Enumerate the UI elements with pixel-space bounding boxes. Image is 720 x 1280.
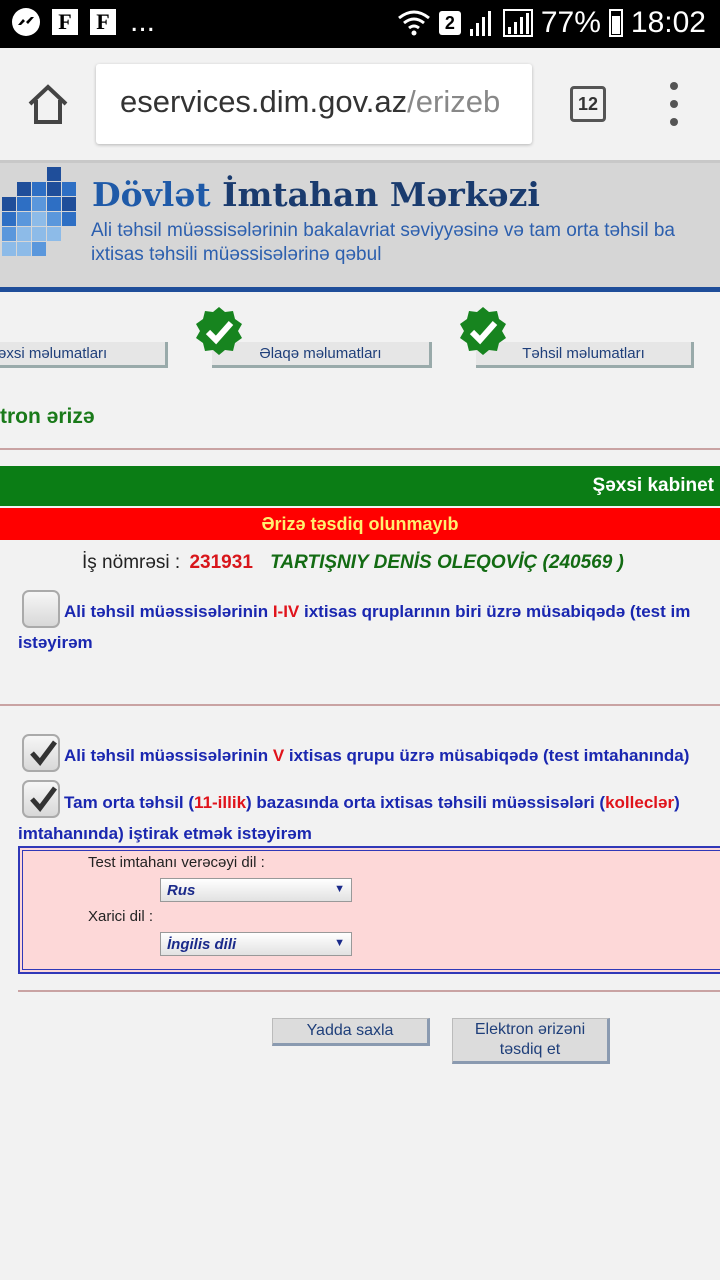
- step-contact-info[interactable]: Əlaqə məlumatları: [212, 342, 432, 368]
- logo-tile: [2, 197, 16, 211]
- cabinet-bar: Şəxsi kabinet: [0, 466, 720, 506]
- signal-icon: [502, 9, 533, 37]
- logo-tile: [17, 197, 31, 211]
- checkmark-icon: [30, 786, 57, 812]
- divider: [18, 990, 720, 992]
- dropdown-arrow-icon: ▼: [334, 883, 345, 895]
- logo-tile: [62, 212, 76, 226]
- url-host: eservices.dim.gov.az: [120, 84, 408, 119]
- logo-tile: [2, 212, 16, 226]
- option-college-label: Tam orta təhsil (11-illik) bazasında ort…: [64, 793, 680, 812]
- address-bar[interactable]: eservices.dim.gov.az/erizeb: [96, 64, 532, 144]
- dim-logo: [0, 165, 78, 265]
- tab-switcher-button[interactable]: 12: [570, 86, 606, 122]
- logo-tile: [2, 227, 16, 241]
- confirm-application-button[interactable]: Elektron ərizəni təsdiq et: [452, 1018, 610, 1064]
- option-college-label-cont: imtahanında) iştirak etmək istəyirəm: [18, 824, 312, 843]
- web-page: Dövlət İmtahan Mərkəzi Ali təhsil müəssi…: [0, 160, 720, 1280]
- logo-tile: [17, 242, 31, 256]
- check-badge-icon: [196, 307, 242, 355]
- messenger-icon: [12, 8, 40, 36]
- sim-badge: 2: [438, 11, 461, 35]
- applicant-name: TARTIŞNIY DENİS OLEQOVİÇ (240569 ): [270, 552, 624, 573]
- clock: 18:02: [630, 6, 706, 39]
- logo-tile: [47, 167, 61, 181]
- battery-percent: 77%: [540, 6, 601, 39]
- option-college-checkbox[interactable]: [22, 780, 60, 818]
- flipboard-icon: F: [90, 9, 116, 35]
- option-v-label: Ali təhsil müəssisələrinin V ixtisas qru…: [64, 746, 690, 765]
- logo-tile: [2, 242, 16, 256]
- language-panel: Test imtahanı verəcəyi dil : Rus ▼ Xaric…: [18, 846, 720, 974]
- logo-tile: [47, 212, 61, 226]
- logo-tile: [47, 227, 61, 241]
- foreign-language-select[interactable]: İngilis dili ▼: [160, 932, 352, 956]
- step-personal-info[interactable]: əxsi məlumatları: [0, 342, 168, 368]
- application-number: 231931: [189, 552, 253, 573]
- application-number-label: İş nömrəsi :: [82, 552, 181, 573]
- divider: [0, 448, 720, 450]
- battery-icon: [608, 9, 623, 37]
- logo-tile: [32, 197, 46, 211]
- option-i-iv-label-cont: istəyirəm: [18, 633, 93, 652]
- logo-tile: [32, 182, 46, 196]
- browser-toolbar: eservices.dim.gov.az/erizeb 12: [0, 48, 720, 160]
- test-language-select[interactable]: Rus ▼: [160, 878, 352, 902]
- option-v-checkbox[interactable]: [22, 734, 60, 772]
- check-badge-icon: [460, 307, 506, 355]
- logo-tile: [47, 182, 61, 196]
- step-education-info[interactable]: Təhsil məlumatları: [476, 342, 694, 368]
- option-i-iv-checkbox[interactable]: [22, 590, 60, 628]
- flipboard-icon: F: [52, 9, 78, 35]
- dropdown-arrow-icon: ▼: [334, 937, 345, 949]
- foreign-language-label: Xarici dil :: [88, 908, 154, 925]
- site-title: Dövlət İmtahan Mərkəzi: [92, 175, 540, 214]
- divider: [0, 704, 720, 706]
- status-bar: F F ... 2 77% 18:02: [0, 0, 720, 48]
- more-notifications-icon: ...: [130, 5, 156, 38]
- section-title: tron ərizə: [0, 405, 95, 428]
- logo-tile: [17, 182, 31, 196]
- option-i-iv-label: Ali təhsil müəssisələrinin I-IV ixtisas …: [64, 602, 691, 621]
- logo-tile: [62, 182, 76, 196]
- logo-tile: [17, 212, 31, 226]
- site-header: Dövlət İmtahan Mərkəzi Ali təhsil müəssi…: [0, 160, 720, 292]
- test-language-label: Test imtahanı verəcəyi dil :: [88, 854, 265, 871]
- logo-tile: [32, 242, 46, 256]
- overflow-menu-icon[interactable]: [664, 82, 684, 126]
- wifi-icon: [397, 10, 430, 36]
- signal-icon: [469, 11, 491, 36]
- logo-tile: [47, 197, 61, 211]
- personal-cabinet-link[interactable]: Şəxsi kabinet: [593, 475, 714, 497]
- status-warning: Ərizə təsdiq olunmayıb: [0, 508, 720, 540]
- logo-tile: [17, 227, 31, 241]
- application-number-row: İş nömrəsi : 231931 TARTIŞNIY DENİS OLEQ…: [82, 552, 624, 574]
- wizard-steps: əxsi məlumatları Əlaqə məlumatları Təhsi…: [0, 302, 720, 372]
- checkmark-icon: [30, 740, 57, 766]
- save-button[interactable]: Yadda saxla: [272, 1018, 430, 1046]
- logo-tile: [62, 197, 76, 211]
- logo-tile: [32, 227, 46, 241]
- site-subtitle: Ali təhsil müəssisələrinin bakalavriat s…: [91, 220, 675, 265]
- url-path: /erizeb: [407, 84, 501, 119]
- logo-tile: [32, 212, 46, 226]
- home-icon[interactable]: [26, 82, 70, 126]
